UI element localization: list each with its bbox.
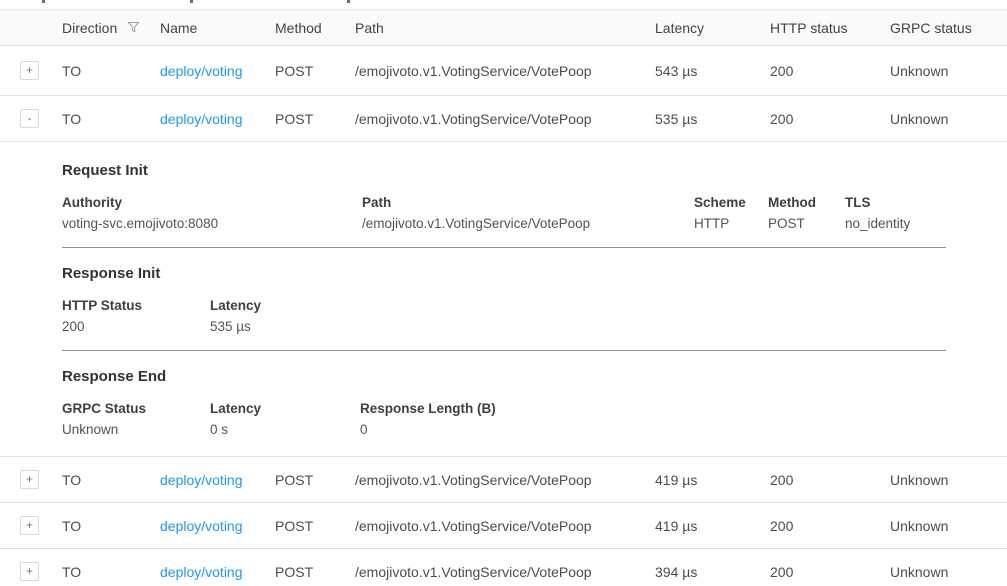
column-header-method: Method <box>275 20 355 36</box>
field-value: 0 <box>360 421 946 438</box>
expand-row-button[interactable]: + <box>20 61 39 80</box>
http-status-cell: 200 <box>770 111 890 127</box>
field-label: TLS <box>845 194 946 211</box>
collapse-row-button[interactable]: - <box>20 109 39 128</box>
expand-row-button[interactable]: + <box>20 516 39 535</box>
method-cell: POST <box>275 63 355 79</box>
text-fragment <box>190 0 193 3</box>
grpc-status-cell: Unknown <box>890 111 1007 127</box>
section-title: Request Init <box>62 162 946 179</box>
name-link[interactable]: deploy/voting <box>160 564 243 580</box>
field-value: 0 s <box>210 421 360 438</box>
column-header-direction: Direction <box>62 20 160 36</box>
field-label: Authority <box>62 194 362 211</box>
grpc-status-cell: Unknown <box>890 63 1007 79</box>
path-cell: /emojivoto.v1.VotingService/VotePoop <box>355 63 655 79</box>
request-init-section: Request Init Authority voting-svc.emojiv… <box>62 162 946 248</box>
table-row: + TO deploy/voting POST /emojivoto.v1.Vo… <box>0 457 1007 503</box>
direction-header-label: Direction <box>62 20 117 36</box>
latency-cell: 535 µs <box>655 111 770 127</box>
http-status-cell: 200 <box>770 63 890 79</box>
field-value: Unknown <box>62 421 210 438</box>
name-link[interactable]: deploy/voting <box>160 63 243 79</box>
filter-funnel-icon[interactable] <box>126 20 141 35</box>
field-value: /emojivoto.v1.VotingService/VotePoop <box>362 215 694 232</box>
column-header-grpc-status: GRPC status <box>890 20 1007 36</box>
column-header-path: Path <box>355 20 655 36</box>
field-value: voting-svc.emojivoto:8080 <box>62 215 362 232</box>
field-value: no_identity <box>845 215 946 232</box>
column-header-http-status: HTTP status <box>770 20 890 36</box>
name-link[interactable]: deploy/voting <box>160 518 243 534</box>
field-label: Response Length (B) <box>360 400 946 417</box>
field-value: 200 <box>62 318 210 335</box>
path-cell: /emojivoto.v1.VotingService/VotePoop <box>355 472 655 488</box>
cropped-row-remnant <box>0 0 1007 9</box>
method-cell: POST <box>275 564 355 580</box>
direction-cell: TO <box>62 518 160 534</box>
table-row: + TO deploy/voting POST /emojivoto.v1.Vo… <box>0 46 1007 96</box>
grpc-status-cell: Unknown <box>890 564 1007 580</box>
text-fragment <box>347 0 350 3</box>
path-cell: /emojivoto.v1.VotingService/VotePoop <box>355 111 655 127</box>
name-link[interactable]: deploy/voting <box>160 111 243 127</box>
method-cell: POST <box>275 111 355 127</box>
latency-cell: 543 µs <box>655 63 770 79</box>
section-title: Response Init <box>62 265 946 282</box>
path-cell: /emojivoto.v1.VotingService/VotePoop <box>355 564 655 580</box>
response-init-section: Response Init HTTP Status 200 Latency 53… <box>62 265 946 351</box>
grpc-status-cell: Unknown <box>890 518 1007 534</box>
field-label: Latency <box>210 400 360 417</box>
row-detail-panel: Request Init Authority voting-svc.emojiv… <box>0 142 1007 457</box>
latency-cell: 394 µs <box>655 564 770 580</box>
field-value: POST <box>768 215 845 232</box>
expand-row-button[interactable]: + <box>20 562 39 581</box>
field-label: HTTP Status <box>62 297 210 314</box>
table-row-expanded: - TO deploy/voting POST /emojivoto.v1.Vo… <box>0 96 1007 142</box>
latency-cell: 419 µs <box>655 472 770 488</box>
field-label: Method <box>768 194 845 211</box>
table-row: + TO deploy/voting POST /emojivoto.v1.Vo… <box>0 549 1007 586</box>
latency-cell: 419 µs <box>655 518 770 534</box>
method-cell: POST <box>275 472 355 488</box>
text-fragment <box>42 0 45 3</box>
table-header-row: Direction Name Method Path Latency HTTP … <box>0 9 1007 46</box>
field-label: Latency <box>210 297 946 314</box>
method-cell: POST <box>275 518 355 534</box>
field-value: HTTP <box>694 215 768 232</box>
response-end-section: Response End GRPC Status Unknown Latency… <box>62 368 946 440</box>
tap-table-page: Direction Name Method Path Latency HTTP … <box>0 0 1007 586</box>
name-link[interactable]: deploy/voting <box>160 472 243 488</box>
http-status-cell: 200 <box>770 564 890 580</box>
field-label: GRPC Status <box>62 400 210 417</box>
path-cell: /emojivoto.v1.VotingService/VotePoop <box>355 518 655 534</box>
column-header-latency: Latency <box>655 20 770 36</box>
direction-cell: TO <box>62 63 160 79</box>
column-header-name: Name <box>160 20 275 36</box>
direction-cell: TO <box>62 472 160 488</box>
field-label: Scheme <box>694 194 768 211</box>
expand-row-button[interactable]: + <box>20 470 39 489</box>
field-value: 535 µs <box>210 318 946 335</box>
field-label: Path <box>362 194 694 211</box>
direction-cell: TO <box>62 564 160 580</box>
http-status-cell: 200 <box>770 472 890 488</box>
http-status-cell: 200 <box>770 518 890 534</box>
direction-cell: TO <box>62 111 160 127</box>
grpc-status-cell: Unknown <box>890 472 1007 488</box>
table-row: + TO deploy/voting POST /emojivoto.v1.Vo… <box>0 503 1007 549</box>
section-title: Response End <box>62 368 946 385</box>
